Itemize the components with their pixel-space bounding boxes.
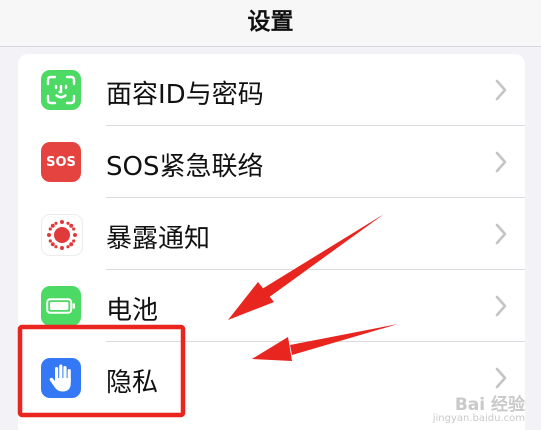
settings-row-label: 暴露通知: [106, 224, 211, 254]
battery-icon: [41, 286, 81, 326]
settings-row-sos[interactable]: SOS SOS紧急联络: [18, 126, 525, 198]
chevron-right-icon: [495, 79, 507, 101]
face-id-icon: [41, 70, 81, 110]
sos-icon: SOS: [41, 142, 81, 182]
chevron-right-icon: [495, 151, 507, 173]
chevron-right-icon: [495, 295, 507, 317]
watermark-subtext: jingyan.baidu.com: [432, 413, 525, 424]
settings-row-battery[interactable]: 电池: [18, 270, 525, 342]
page-title: 设置: [247, 9, 294, 35]
settings-row-label: 电池: [106, 296, 159, 326]
chevron-right-icon: [495, 223, 507, 245]
watermark: Bai 经验 jingyan.baidu.com: [433, 390, 525, 424]
settings-row-exposure[interactable]: 暴露通知: [18, 198, 525, 270]
settings-row-label: 面容ID与密码: [106, 80, 264, 110]
watermark-text: Bai 经验: [454, 395, 525, 415]
settings-row-label: SOS紧急联络: [106, 152, 264, 182]
settings-row-label: 隐私: [106, 368, 159, 398]
navigation-bar: 设置: [0, 0, 541, 47]
chevron-right-icon: [495, 367, 507, 389]
exposure-notification-icon: [41, 214, 83, 256]
hand-icon: [41, 358, 81, 398]
sos-icon-text: SOS: [46, 154, 76, 170]
settings-list: 面容ID与密码 SOS SOS紧急联络 暴露通知 电池 隐私: [18, 54, 525, 430]
settings-row-face-id[interactable]: 面容ID与密码: [18, 54, 525, 126]
